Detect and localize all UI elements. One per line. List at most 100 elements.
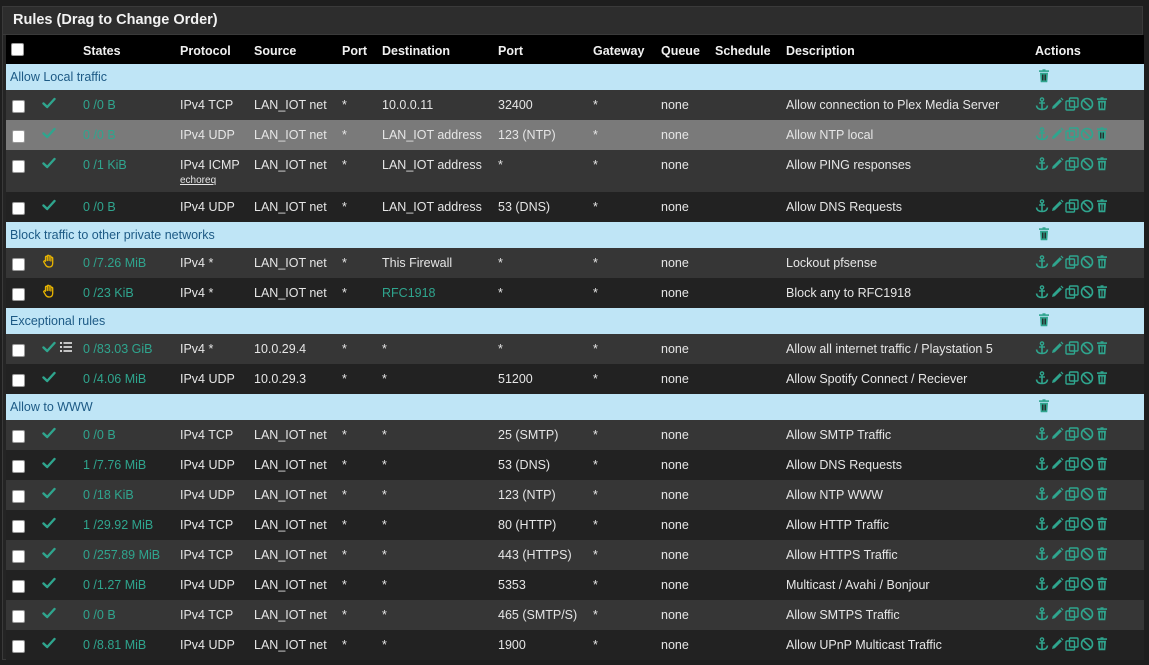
copy-icon[interactable]	[1065, 199, 1079, 213]
move-anchor-icon[interactable]	[1035, 457, 1049, 471]
delete-trash-icon[interactable]	[1095, 427, 1109, 441]
move-anchor-icon[interactable]	[1035, 547, 1049, 561]
disable-ban-icon[interactable]	[1080, 97, 1094, 111]
edit-pencil-icon[interactable]	[1050, 199, 1064, 213]
separator-row[interactable]: Block traffic to other private networks	[6, 222, 1144, 248]
col-gateway[interactable]: Gateway	[593, 35, 661, 64]
rule-row[interactable]: 0 /1 KiB IPv4 ICMP echoreq LAN_IOT net * LAN_…	[6, 150, 1144, 192]
separator-row[interactable]: Allow to WWW	[6, 394, 1144, 420]
rule-states[interactable]: 0 /0 B	[83, 192, 180, 222]
rule-states[interactable]: 1 /29.92 MiB	[83, 510, 180, 540]
rule-row[interactable]: 0 /0 B IPv4 TCP LAN_IOT net * 10.0.0.11 32400…	[6, 90, 1144, 120]
delete-trash-icon[interactable]	[1095, 97, 1109, 111]
move-anchor-icon[interactable]	[1035, 157, 1049, 171]
copy-icon[interactable]	[1065, 547, 1079, 561]
delete-separator-icon[interactable]	[1037, 398, 1051, 413]
edit-pencil-icon[interactable]	[1050, 517, 1064, 531]
edit-pencil-icon[interactable]	[1050, 487, 1064, 501]
rule-select-checkbox[interactable]	[12, 460, 25, 473]
rule-select-checkbox[interactable]	[12, 580, 25, 593]
rule-states[interactable]: 0 /0 B	[83, 420, 180, 450]
move-anchor-icon[interactable]	[1035, 427, 1049, 441]
delete-trash-icon[interactable]	[1095, 577, 1109, 591]
rule-select-checkbox[interactable]	[12, 160, 25, 173]
disable-ban-icon[interactable]	[1080, 285, 1094, 299]
col-description[interactable]: Description	[786, 35, 1035, 64]
rule-select-checkbox[interactable]	[12, 640, 25, 653]
rule-select-checkbox[interactable]	[12, 610, 25, 623]
rule-select-checkbox[interactable]	[12, 550, 25, 563]
move-anchor-icon[interactable]	[1035, 255, 1049, 269]
rule-row[interactable]: 0 /8.81 MiB IPv4 UDP LAN_IOT net * * 1900 * non…	[6, 630, 1144, 660]
edit-pencil-icon[interactable]	[1050, 285, 1064, 299]
copy-icon[interactable]	[1065, 157, 1079, 171]
move-anchor-icon[interactable]	[1035, 285, 1049, 299]
rule-states[interactable]: 0 /23 KiB	[83, 278, 180, 308]
rule-row[interactable]: 0 /83.03 GiB IPv4 * 10.0.29.4 * * * * none Allow…	[6, 334, 1144, 364]
move-anchor-icon[interactable]	[1035, 127, 1049, 141]
separator-row[interactable]: Exceptional rules	[6, 308, 1144, 334]
rule-states[interactable]: 0 /4.06 MiB	[83, 364, 180, 394]
separator-row[interactable]: Allow Local traffic	[6, 64, 1144, 90]
delete-trash-icon[interactable]	[1095, 255, 1109, 269]
col-states[interactable]: States	[83, 35, 180, 64]
rule-select-checkbox[interactable]	[12, 258, 25, 271]
move-anchor-icon[interactable]	[1035, 637, 1049, 651]
disable-ban-icon[interactable]	[1080, 607, 1094, 621]
rule-row[interactable]: 0 /7.26 MiB IPv4 * LAN_IOT net * This Firewa…	[6, 248, 1144, 278]
copy-icon[interactable]	[1065, 127, 1079, 141]
col-destination-port[interactable]: Port	[498, 35, 593, 64]
rule-states[interactable]: 0 /8.81 MiB	[83, 630, 180, 660]
rule-row[interactable]: 0 /257.89 MiB IPv4 TCP LAN_IOT net * * 443 (H…	[6, 540, 1144, 570]
move-anchor-icon[interactable]	[1035, 517, 1049, 531]
edit-pencil-icon[interactable]	[1050, 97, 1064, 111]
rule-states[interactable]: 0 /18 KiB	[83, 480, 180, 510]
rule-select-checkbox[interactable]	[12, 130, 25, 143]
disable-ban-icon[interactable]	[1080, 457, 1094, 471]
delete-trash-icon[interactable]	[1095, 457, 1109, 471]
disable-ban-icon[interactable]	[1080, 255, 1094, 269]
copy-icon[interactable]	[1065, 97, 1079, 111]
edit-pencil-icon[interactable]	[1050, 341, 1064, 355]
delete-trash-icon[interactable]	[1095, 285, 1109, 299]
edit-pencil-icon[interactable]	[1050, 157, 1064, 171]
rule-row[interactable]: 0 /4.06 MiB IPv4 UDP 10.0.29.3 * * 51200 * none…	[6, 364, 1144, 394]
copy-icon[interactable]	[1065, 487, 1079, 501]
rule-select-checkbox[interactable]	[12, 520, 25, 533]
disable-ban-icon[interactable]	[1080, 637, 1094, 651]
edit-pencil-icon[interactable]	[1050, 127, 1064, 141]
delete-trash-icon[interactable]	[1095, 487, 1109, 501]
col-destination[interactable]: Destination	[382, 35, 498, 64]
edit-pencil-icon[interactable]	[1050, 457, 1064, 471]
rule-select-checkbox[interactable]	[12, 374, 25, 387]
disable-ban-icon[interactable]	[1080, 547, 1094, 561]
disable-ban-icon[interactable]	[1080, 157, 1094, 171]
copy-icon[interactable]	[1065, 577, 1079, 591]
edit-pencil-icon[interactable]	[1050, 255, 1064, 269]
copy-icon[interactable]	[1065, 637, 1079, 651]
delete-separator-icon[interactable]	[1037, 312, 1051, 327]
move-anchor-icon[interactable]	[1035, 371, 1049, 385]
edit-pencil-icon[interactable]	[1050, 577, 1064, 591]
rule-row[interactable]: 1 /29.92 MiB IPv4 TCP LAN_IOT net * * 80 (HTT…	[6, 510, 1144, 540]
rule-row[interactable]: 0 /23 KiB IPv4 * LAN_IOT net * RFC1918 * * none…	[6, 278, 1144, 308]
rule-states[interactable]: 1 /7.76 MiB	[83, 450, 180, 480]
rule-select-checkbox[interactable]	[12, 490, 25, 503]
delete-trash-icon[interactable]	[1095, 199, 1109, 213]
edit-pencil-icon[interactable]	[1050, 547, 1064, 561]
rule-row[interactable]: 0 /1.27 MiB IPv4 UDP LAN_IOT net * * 5353 * non…	[6, 570, 1144, 600]
rule-row[interactable]: 0 /18 KiB IPv4 UDP LAN_IOT net * * 123 (NTP) *…	[6, 480, 1144, 510]
rule-states[interactable]: 0 /83.03 GiB	[83, 334, 180, 364]
delete-separator-icon[interactable]	[1037, 226, 1051, 241]
move-anchor-icon[interactable]	[1035, 97, 1049, 111]
disable-ban-icon[interactable]	[1080, 517, 1094, 531]
move-anchor-icon[interactable]	[1035, 487, 1049, 501]
move-anchor-icon[interactable]	[1035, 341, 1049, 355]
rule-select-checkbox[interactable]	[12, 430, 25, 443]
rule-row[interactable]: 0 /0 B IPv4 UDP LAN_IOT net * LAN_IOT addres…	[6, 120, 1144, 150]
copy-icon[interactable]	[1065, 517, 1079, 531]
rule-destination[interactable]: RFC1918	[382, 278, 498, 308]
disable-ban-icon[interactable]	[1080, 487, 1094, 501]
select-all-checkbox[interactable]	[11, 42, 24, 56]
rule-states[interactable]: 0 /1.27 MiB	[83, 570, 180, 600]
